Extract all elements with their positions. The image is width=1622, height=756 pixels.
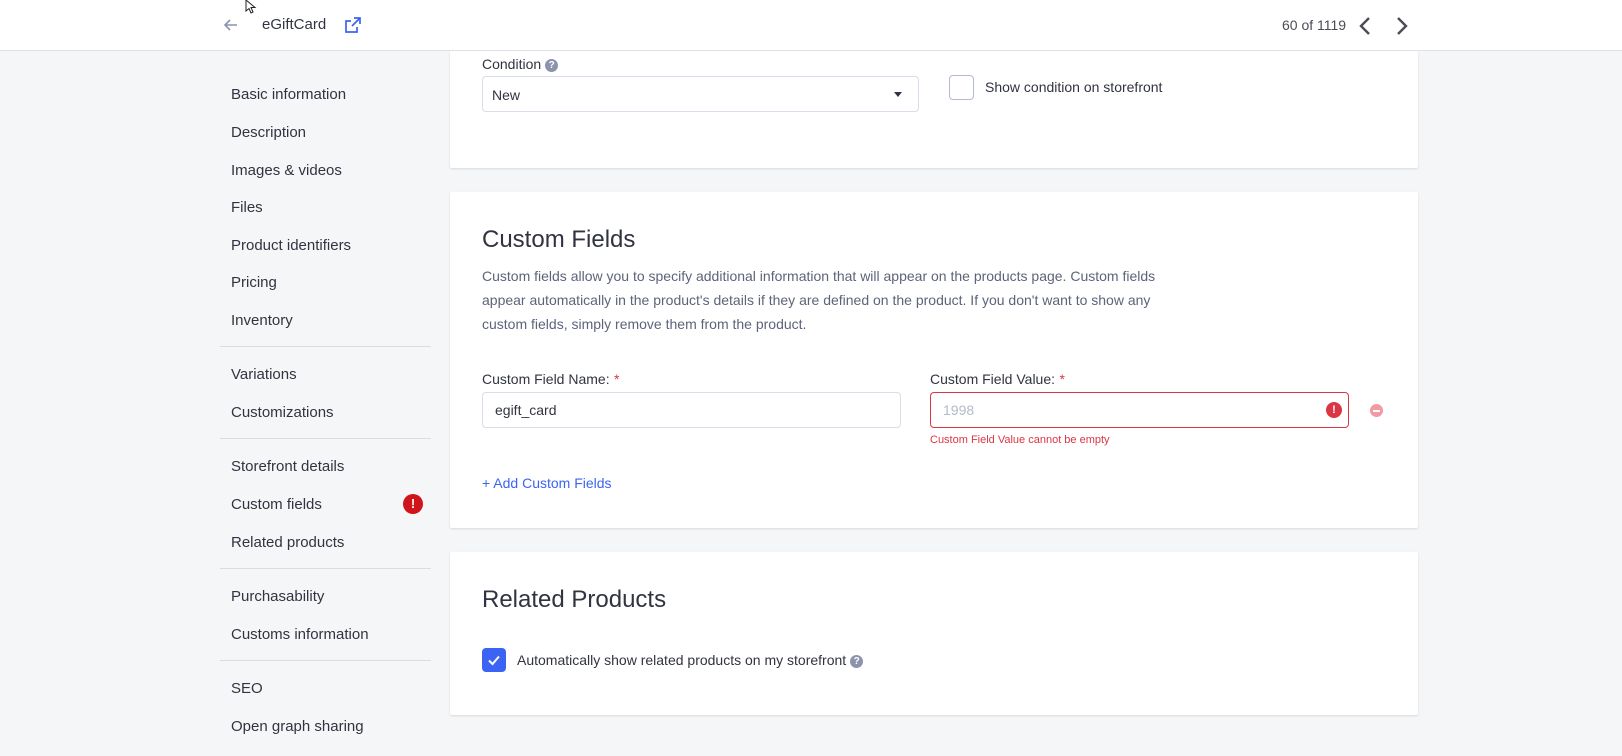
- add-custom-fields-link[interactable]: + Add Custom Fields: [482, 475, 612, 491]
- chevron-left-icon[interactable]: [1355, 14, 1375, 38]
- remove-field-icon[interactable]: [1370, 404, 1383, 417]
- sidebar-item-inventory[interactable]: Inventory: [231, 312, 293, 329]
- sidebar-item-customs-information[interactable]: Customs information: [231, 626, 369, 643]
- auto-show-label-row: Automatically show related products on m…: [517, 652, 864, 670]
- custom-field-value-input[interactable]: [930, 392, 1349, 428]
- condition-label-row: Condition?: [482, 56, 559, 74]
- sidebar-item-custom-fields[interactable]: Custom fields: [231, 496, 322, 513]
- auto-show-related-label: Automatically show related products on m…: [517, 652, 847, 668]
- custom-field-name-input[interactable]: [482, 392, 901, 428]
- help-icon[interactable]: ?: [545, 59, 559, 72]
- input-error-icon: !: [1326, 402, 1342, 418]
- condition-panel: Condition? New Show condition on storefr…: [450, 51, 1418, 168]
- pagination-text: 60 of 1119: [1282, 17, 1347, 33]
- sidebar-item-variations[interactable]: Variations: [231, 366, 297, 383]
- nav-divider: [220, 568, 431, 569]
- sidebar-item-open-graph-sharing[interactable]: Open graph sharing: [231, 718, 364, 735]
- sidebar-item-basic-information[interactable]: Basic information: [231, 86, 346, 103]
- condition-select[interactable]: New: [482, 76, 919, 112]
- mouse-cursor-icon: [245, 0, 257, 14]
- top-bar: eGiftCard 60 of 1119: [0, 0, 1622, 51]
- custom-fields-panel: Custom Fields Custom fields allow you to…: [450, 192, 1418, 528]
- custom-field-value-label: Custom Field Value:: [930, 371, 1056, 387]
- caret-down-icon: [894, 92, 902, 97]
- required-mark: *: [614, 371, 620, 387]
- required-mark: *: [1059, 371, 1065, 387]
- auto-show-related-checkbox[interactable]: [482, 648, 506, 672]
- product-title: eGiftCard: [262, 16, 327, 33]
- field-name-label-row: Custom Field Name: *: [482, 371, 620, 389]
- field-error-message: Custom Field Value cannot be empty: [930, 434, 1110, 446]
- sidebar-item-related-products[interactable]: Related products: [231, 534, 344, 551]
- help-icon[interactable]: ?: [850, 655, 864, 668]
- custom-field-name-label: Custom Field Name:: [482, 371, 610, 387]
- sidebar-item-images-videos[interactable]: Images & videos: [231, 162, 342, 179]
- sidebar-item-purchasability[interactable]: Purchasability: [231, 588, 324, 605]
- sidebar-item-product-identifiers[interactable]: Product identifiers: [231, 237, 351, 254]
- condition-selected-value: New: [492, 87, 521, 103]
- sidebar-item-description[interactable]: Description: [231, 124, 306, 141]
- open-external-icon[interactable]: [343, 15, 363, 35]
- sidebar-item-customizations[interactable]: Customizations: [231, 404, 334, 421]
- condition-label: Condition: [482, 56, 542, 72]
- sidebar-item-pricing[interactable]: Pricing: [231, 274, 277, 291]
- nav-divider: [220, 660, 431, 661]
- show-condition-checkbox[interactable]: [949, 75, 974, 100]
- sidebar-item-storefront-details[interactable]: Storefront details: [231, 458, 344, 475]
- chevron-right-icon[interactable]: [1392, 14, 1412, 38]
- sidebar-item-files[interactable]: Files: [231, 199, 263, 216]
- sidebar-item-seo[interactable]: SEO: [231, 680, 263, 697]
- error-alert-icon: !: [403, 494, 423, 514]
- nav-divider: [220, 346, 431, 347]
- nav-divider: [220, 438, 431, 439]
- field-value-label-row: Custom Field Value: *: [930, 371, 1065, 389]
- show-condition-label: Show condition on storefront: [985, 79, 1163, 95]
- related-products-panel: Related Products Automatically show rela…: [450, 552, 1418, 715]
- checkmark-icon: [488, 655, 500, 666]
- related-products-title: Related Products: [482, 586, 667, 613]
- custom-fields-title: Custom Fields: [482, 226, 636, 253]
- custom-fields-description: Custom fields allow you to specify addit…: [482, 268, 1156, 332]
- back-arrow-icon[interactable]: [220, 14, 242, 36]
